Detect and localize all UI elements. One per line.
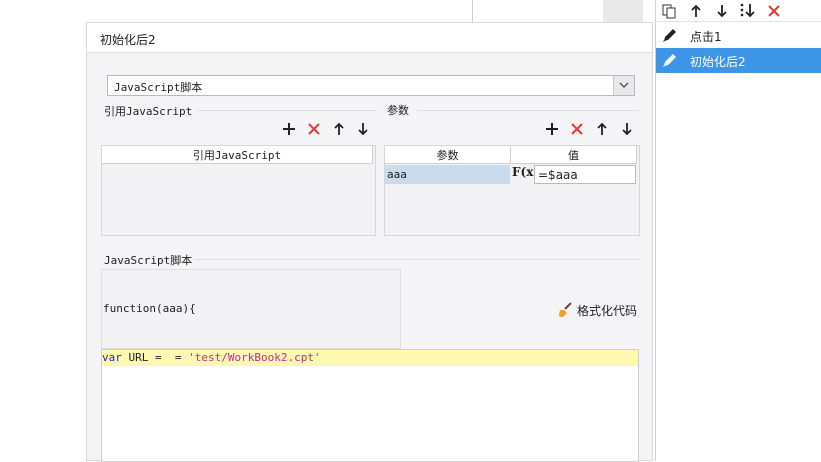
code-keyword: var: [102, 351, 122, 364]
delete-icon[interactable]: [567, 119, 587, 139]
arrow-down-icon[interactable]: [617, 119, 637, 139]
event-list-panel: 点击1 初始化后2: [655, 0, 821, 461]
arrow-up-icon[interactable]: [686, 1, 706, 21]
function-signature-area: function(aaa){: [101, 269, 401, 349]
event-list-toolbar: [656, 0, 821, 22]
script-type-select[interactable]: JavaScript脚本: [107, 75, 635, 96]
section-divider: [197, 110, 377, 111]
function-signature: function(aaa){: [103, 302, 196, 315]
param-name: aaa: [387, 168, 407, 181]
event-list-item-label: 初始化后2: [690, 55, 746, 69]
pencil-icon: [663, 29, 676, 42]
delete-icon[interactable]: [764, 1, 784, 21]
copy-icon[interactable]: [659, 1, 679, 21]
param-value-input[interactable]: =$aaa: [534, 165, 636, 184]
code-line-highlight: var URL = = 'test/WorkBook2.cpt': [102, 350, 638, 366]
section-divider: [417, 110, 639, 111]
ref-js-column-header: 引用JavaScript: [102, 146, 373, 164]
arrow-down-icon[interactable]: [712, 1, 732, 21]
code-line: var URL = = 'test/WorkBook2.cpt': [102, 351, 321, 364]
pencil-icon: [663, 54, 676, 67]
params-table: 参数 值 aaa F(x) =$aaa: [384, 145, 640, 236]
move-to-bottom-icon[interactable]: [738, 1, 758, 21]
event-list-item[interactable]: 点击1: [656, 23, 821, 48]
format-code-button[interactable]: 格式化代码: [557, 300, 647, 320]
script-type-value: JavaScript脚本: [114, 81, 203, 94]
arrow-down-icon[interactable]: [353, 119, 373, 139]
code-plain: URL = =: [121, 351, 189, 364]
event-list-item-selected[interactable]: 初始化后2: [656, 48, 821, 73]
background-divider: [472, 0, 473, 22]
arrow-up-icon[interactable]: [592, 119, 612, 139]
event-editor-dialog: 初始化后2 JavaScript脚本 引用JavaScript 引用JavaSc…: [86, 22, 653, 462]
event-list-item-label: 点击1: [690, 30, 722, 44]
arrow-up-icon[interactable]: [329, 119, 349, 139]
chevron-down-icon[interactable]: [613, 76, 634, 95]
param-value: =$aaa: [538, 168, 578, 182]
params-toolbar: [542, 119, 637, 139]
ref-js-toolbar: [279, 119, 369, 139]
dialog-title: 初始化后2: [100, 33, 156, 47]
background-gray-strip: [603, 0, 643, 22]
params-column-header-name: 参数: [385, 146, 511, 164]
script-section-title: JavaScript脚本: [104, 254, 193, 267]
add-icon[interactable]: [542, 119, 562, 139]
formula-icon[interactable]: F(x): [511, 165, 539, 184]
ref-js-section-title: 引用JavaScript: [104, 105, 193, 118]
add-icon[interactable]: [279, 119, 299, 139]
format-code-label: 格式化代码: [577, 304, 638, 318]
dialog-title-bar: 初始化后2: [87, 23, 652, 53]
delete-icon[interactable]: [304, 119, 324, 139]
ref-js-table: 引用JavaScript: [101, 145, 376, 236]
params-column-header-value: 值: [511, 146, 637, 164]
broom-icon: [558, 302, 572, 318]
params-section-title: 参数: [387, 104, 409, 117]
code-string: 'test/WorkBook2.cpt': [188, 351, 321, 364]
section-divider: [195, 259, 640, 260]
param-name-cell[interactable]: aaa: [385, 165, 510, 184]
code-editor[interactable]: var URL = = 'test/WorkBook2.cpt': [101, 349, 639, 462]
